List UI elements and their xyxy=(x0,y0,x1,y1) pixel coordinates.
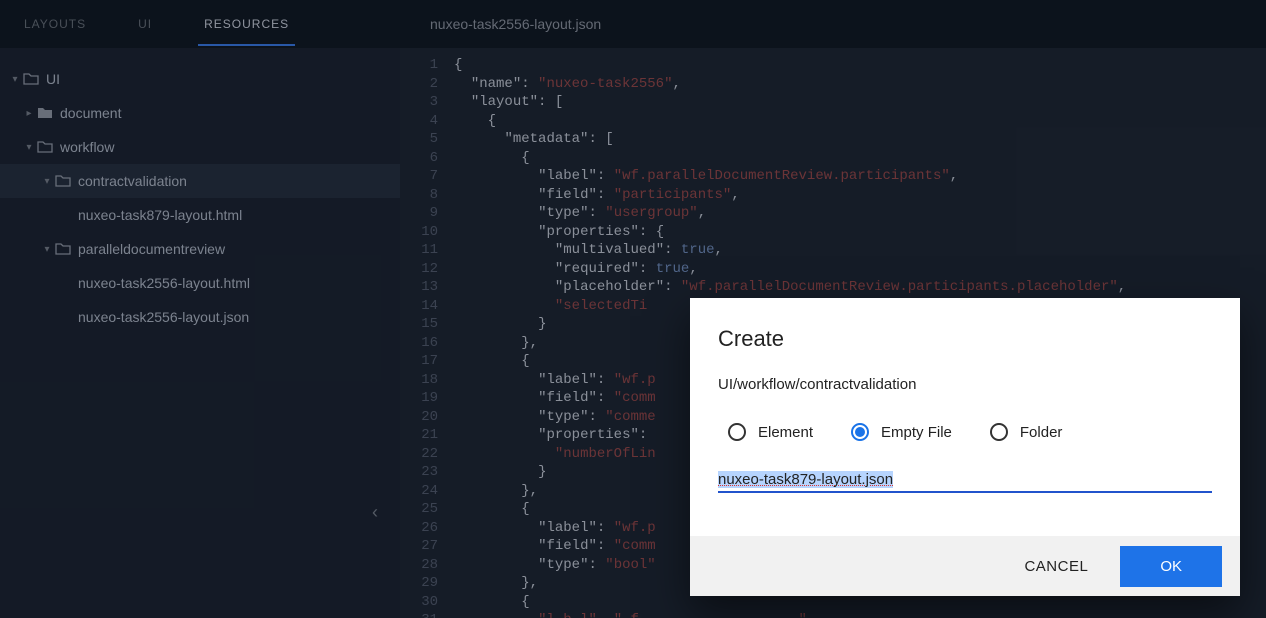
tree-label: contractvalidation xyxy=(72,173,187,189)
tree-file[interactable]: nuxeo-task2556-layout.html xyxy=(0,266,400,300)
tree-folder-paralleldocumentreview[interactable]: ▾ paralleldocumentreview xyxy=(0,232,400,266)
tab-ui[interactable]: UI xyxy=(132,2,158,46)
tab-resources[interactable]: RESOURCES xyxy=(198,2,295,46)
chevron-right-icon: ▸ xyxy=(22,108,36,119)
chevron-down-icon: ▾ xyxy=(8,74,22,85)
tree-file[interactable]: nuxeo-task879-layout.html xyxy=(0,198,400,232)
dialog-footer: CANCEL OK xyxy=(690,536,1240,596)
create-dialog: Create UI/workflow/contractvalidation El… xyxy=(690,298,1240,596)
filename-input-wrap[interactable]: nuxeo-task879-layout.json xyxy=(718,471,1212,493)
tree-file[interactable]: nuxeo-task2556-layout.json xyxy=(0,300,400,334)
chevron-down-icon: ▾ xyxy=(40,176,54,187)
ok-button[interactable]: OK xyxy=(1120,546,1222,587)
chevron-down-icon: ▾ xyxy=(40,244,54,255)
sidebar: ▾ UI ▸ document ▾ workflow xyxy=(0,48,400,618)
radio-icon xyxy=(990,423,1008,441)
radio-icon xyxy=(728,423,746,441)
radio-label: Folder xyxy=(1020,424,1063,441)
tree-label: nuxeo-task2556-layout.json xyxy=(72,309,249,325)
tree-label: workflow xyxy=(54,139,114,155)
radio-folder[interactable]: Folder xyxy=(990,423,1063,441)
dialog-title: Create xyxy=(718,326,1212,352)
chevron-left-icon: ‹ xyxy=(372,502,378,522)
tree-folder-document[interactable]: ▸ document xyxy=(0,96,400,130)
radio-element[interactable]: Element xyxy=(728,423,813,441)
radio-label: Element xyxy=(758,424,813,441)
radio-empty-file[interactable]: Empty File xyxy=(851,423,952,441)
editor-tab-area: nuxeo-task2556-layout.json xyxy=(400,16,1266,32)
collapse-sidebar-button[interactable]: ‹ xyxy=(372,502,378,523)
tree-label: document xyxy=(54,105,121,121)
dialog-path: UI/workflow/contractvalidation xyxy=(718,376,1212,393)
create-type-radios: Element Empty File Folder xyxy=(718,423,1212,441)
file-tree: ▾ UI ▸ document ▾ workflow xyxy=(0,62,400,334)
cancel-button[interactable]: CANCEL xyxy=(1010,548,1102,585)
top-bar: LAYOUTS UI RESOURCES nuxeo-task2556-layo… xyxy=(0,0,1266,48)
radio-label: Empty File xyxy=(881,424,952,441)
tree-root-ui[interactable]: ▾ UI xyxy=(0,62,400,96)
filename-input[interactable]: nuxeo-task879-layout.json xyxy=(718,471,893,488)
tree-label: nuxeo-task2556-layout.html xyxy=(72,275,250,291)
folder-outline-icon xyxy=(22,72,40,86)
editor-tab[interactable]: nuxeo-task2556-layout.json xyxy=(430,16,601,32)
dialog-body: Create UI/workflow/contractvalidation El… xyxy=(690,298,1240,536)
folder-outline-icon xyxy=(54,242,72,256)
folder-outline-icon xyxy=(36,140,54,154)
folder-icon xyxy=(36,106,54,120)
tree-label: nuxeo-task879-layout.html xyxy=(72,207,242,223)
tab-layouts[interactable]: LAYOUTS xyxy=(18,2,92,46)
sidebar-tabs: LAYOUTS UI RESOURCES xyxy=(0,0,400,48)
tree-folder-workflow[interactable]: ▾ workflow xyxy=(0,130,400,164)
folder-outline-icon xyxy=(54,174,72,188)
tree-label: paralleldocumentreview xyxy=(72,241,225,257)
chevron-down-icon: ▾ xyxy=(22,142,36,153)
tree-folder-contractvalidation[interactable]: ▾ contractvalidation xyxy=(0,164,400,198)
radio-icon xyxy=(851,423,869,441)
line-gutter: 1234567891011121314151617181920212223242… xyxy=(400,48,448,618)
tree-label: UI xyxy=(40,71,60,87)
